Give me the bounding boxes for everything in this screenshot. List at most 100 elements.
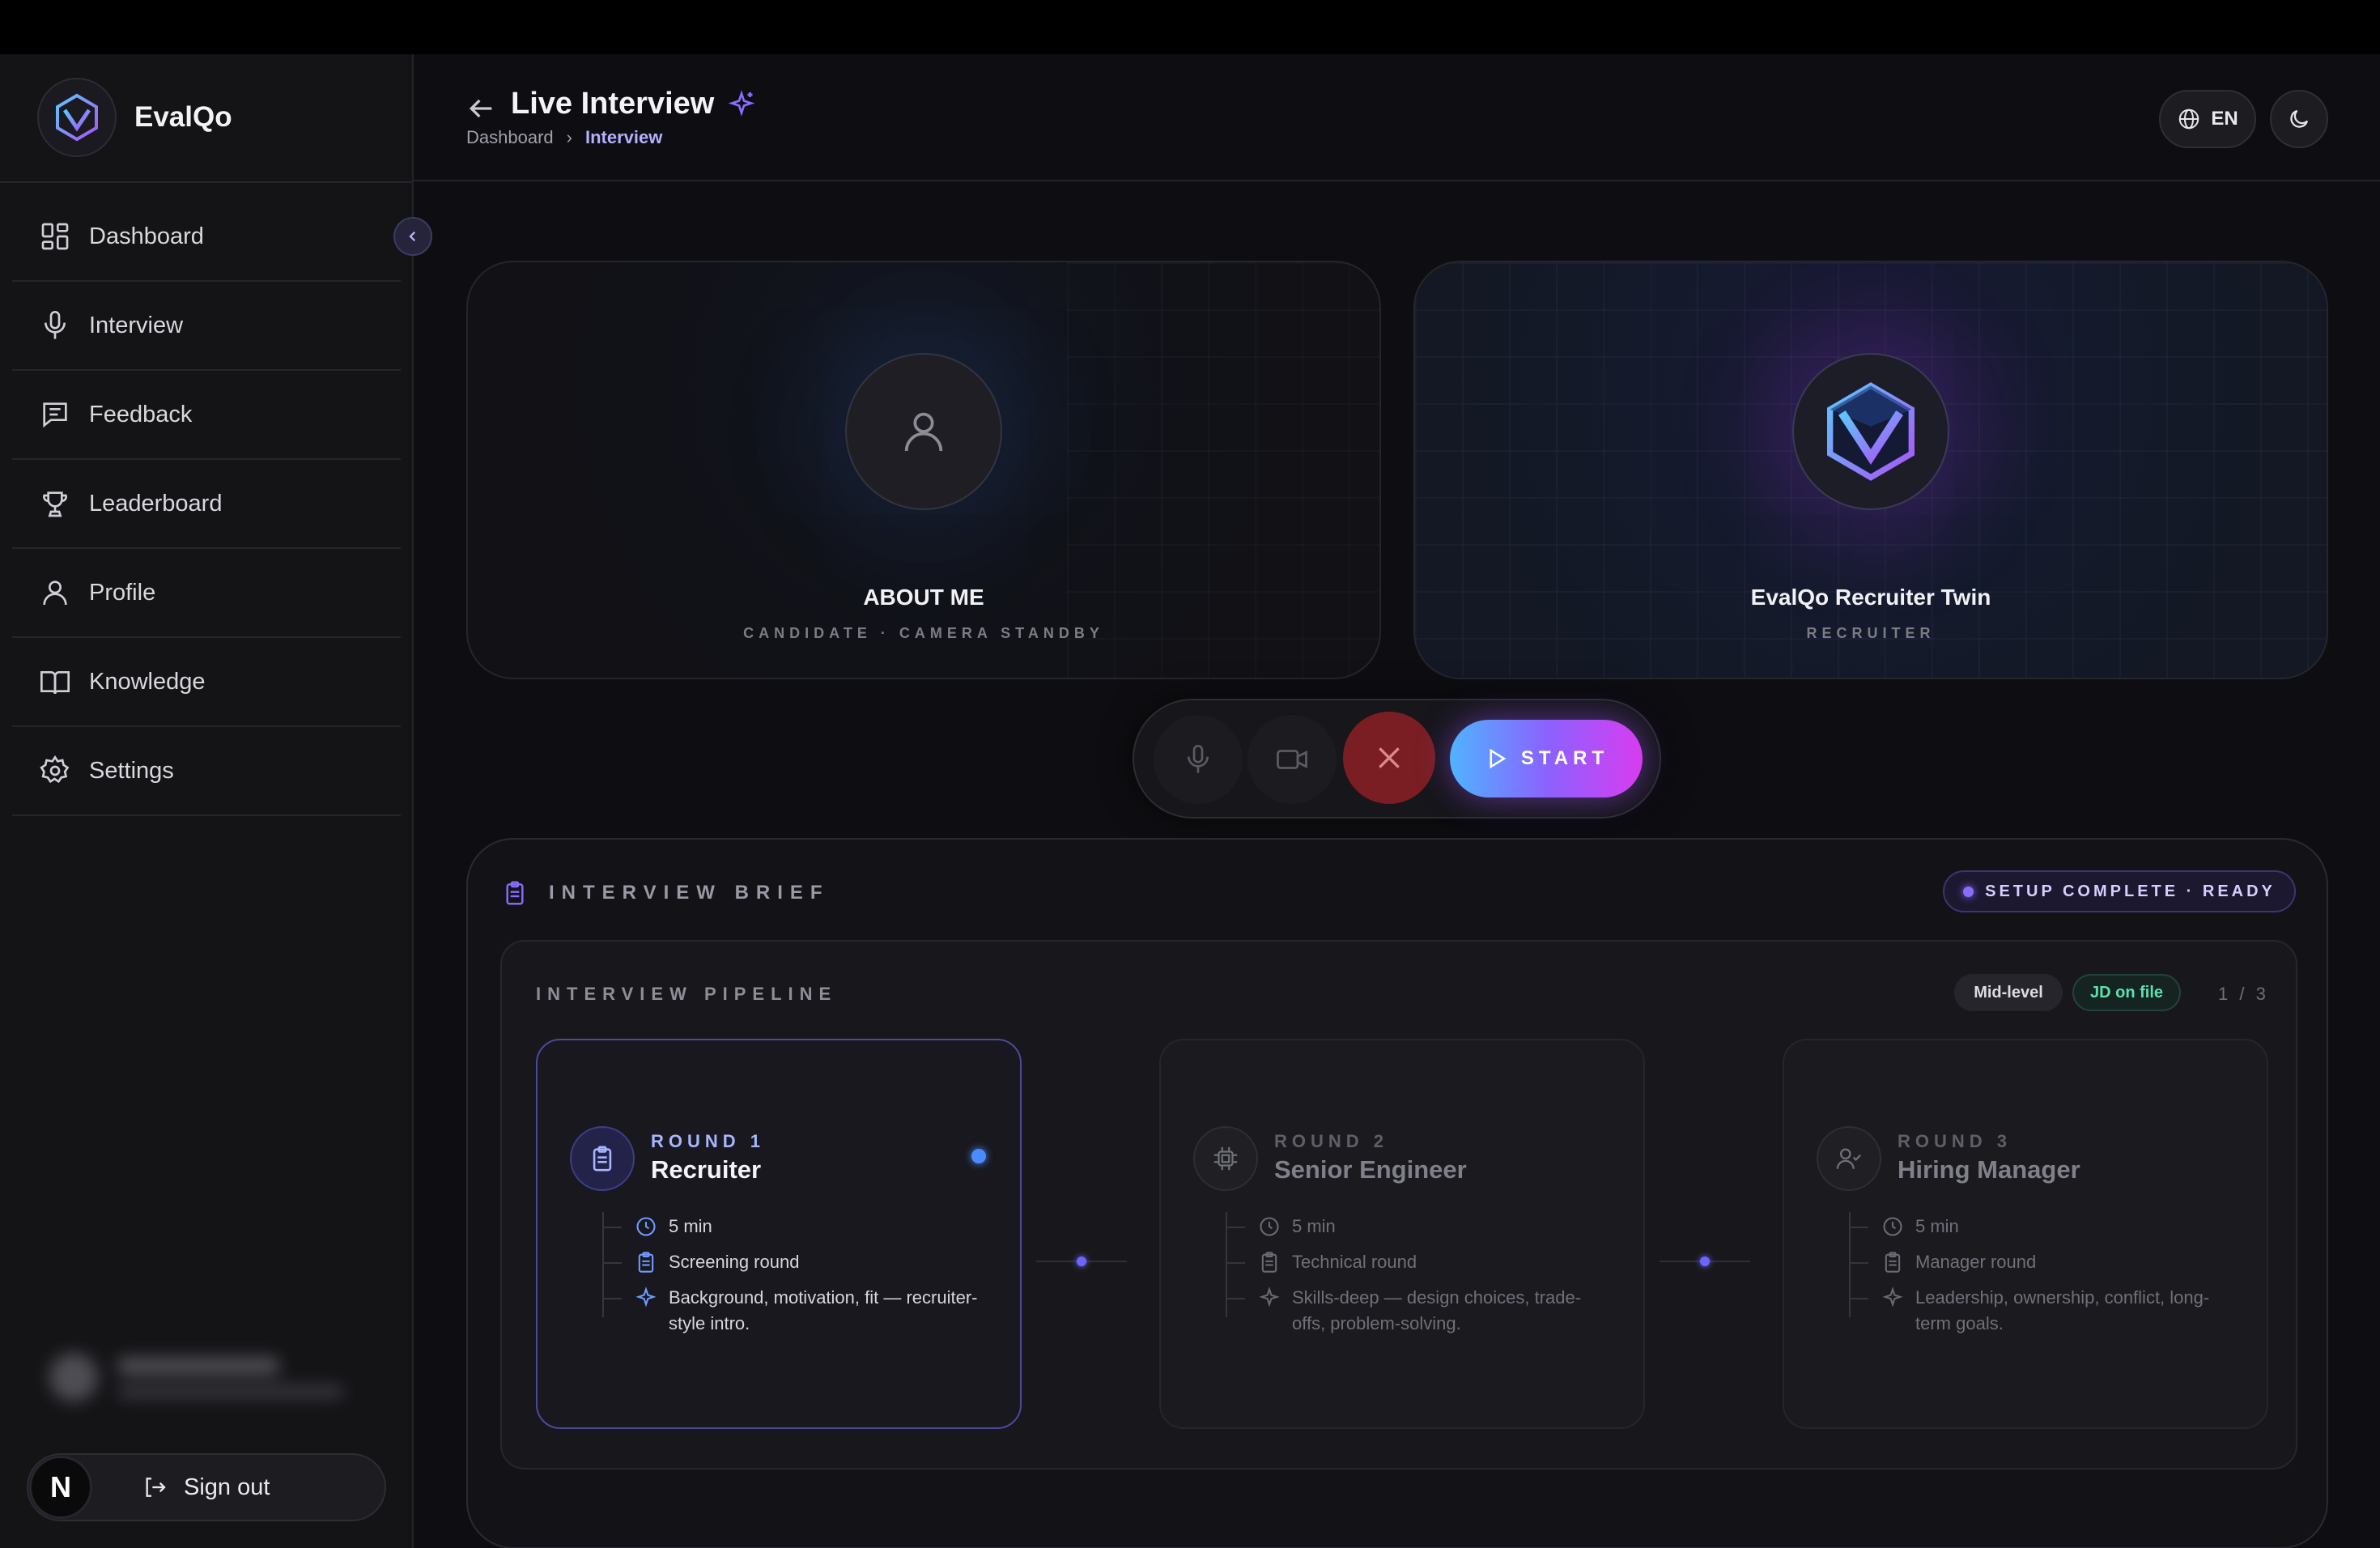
- level-chip: Mid-level: [1954, 974, 2063, 1011]
- user-card-blurred: [45, 1343, 352, 1416]
- round-connector: [1660, 1257, 1750, 1266]
- round-type: Screening round: [604, 1249, 800, 1275]
- round-icon: [1817, 1126, 1881, 1191]
- sparkle-icon: [635, 1286, 657, 1308]
- duration-text: 5 min: [1292, 1216, 1336, 1236]
- breadcrumb-dashboard[interactable]: Dashboard: [466, 127, 554, 148]
- candidate-tile: ABOUT ME CANDIDATE · CAMERA STANDBY: [466, 261, 1381, 679]
- chip-icon: [1213, 1146, 1238, 1171]
- round-name: Senior Engineer: [1274, 1155, 1467, 1184]
- globe-icon: [2179, 108, 2199, 130]
- page-title-text: Live Interview: [511, 87, 715, 121]
- round-focus: Background, motivation, fit — recruiter-…: [604, 1285, 991, 1337]
- round-type: Technical round: [1227, 1249, 1417, 1275]
- round-duration: 5 min: [1227, 1214, 1336, 1240]
- sidebar-item-dashboard[interactable]: Dashboard: [12, 193, 401, 282]
- back-arrow-icon[interactable]: [465, 92, 497, 125]
- avatar[interactable]: N: [29, 1456, 92, 1519]
- chevron-right-icon: ›: [566, 127, 572, 147]
- focus-text: Skills-deep — design choices, trade-offs…: [1292, 1287, 1582, 1333]
- end-call-button[interactable]: [1343, 712, 1435, 804]
- user-icon: [904, 412, 943, 452]
- clipboard-icon: [638, 1252, 654, 1273]
- brand[interactable]: EvalQo: [37, 77, 232, 158]
- sparkle-icon: [729, 89, 755, 117]
- start-button[interactable]: START: [1450, 720, 1643, 797]
- mic-toggle-button[interactable]: [1154, 715, 1243, 804]
- gear-icon: [40, 755, 70, 784]
- sign-out-label: Sign out: [184, 1474, 270, 1500]
- grid-overlay: [1067, 262, 1379, 678]
- clock-icon: [1260, 1217, 1279, 1236]
- round-duration: 5 min: [604, 1214, 712, 1240]
- active-indicator: [971, 1149, 986, 1163]
- sidebar-nav: Dashboard Interview Feedback Leaderboard…: [12, 193, 401, 816]
- sidebar: EvalQo Dashboard Interview Feedback Lead…: [0, 54, 414, 1548]
- recruiter-logo-icon: [1827, 382, 1915, 481]
- trophy-icon: [43, 491, 67, 517]
- type-text: Screening round: [669, 1252, 800, 1272]
- clipboard-icon: [593, 1146, 612, 1172]
- sidebar-item-label: Interview: [89, 312, 184, 338]
- round-label: ROUND 2: [1274, 1131, 1389, 1151]
- book-icon: [40, 671, 70, 695]
- round-card-3[interactable]: ROUND 3 Hiring Manager 5 min Manager rou…: [1783, 1039, 2268, 1429]
- focus-text: Leadership, ownership, conflict, long-te…: [1915, 1287, 2210, 1333]
- camera-toggle-button[interactable]: [1247, 715, 1337, 804]
- status-text: SETUP COMPLETE · READY: [1985, 882, 2276, 900]
- round-label: ROUND 3: [1898, 1131, 2012, 1151]
- candidate-avatar: [845, 353, 1002, 510]
- play-icon: [1490, 748, 1507, 769]
- status-badge: SETUP COMPLETE · READY: [1943, 870, 2296, 912]
- round-connector: [1036, 1257, 1127, 1266]
- video-icon: [1277, 750, 1307, 769]
- sidebar-item-label: Knowledge: [89, 668, 206, 695]
- sidebar-item-label: Profile: [89, 579, 156, 606]
- recruiter-name: EvalQo Recruiter Twin: [1750, 585, 1991, 610]
- pipeline-title: INTERVIEW PIPELINE: [536, 984, 838, 1004]
- app-window: EvalQo Dashboard Interview Feedback Lead…: [0, 54, 2380, 1548]
- sidebar-item-leaderboard[interactable]: Leaderboard: [12, 460, 401, 549]
- clipboard-icon: [506, 881, 524, 905]
- language-label: EN: [2211, 108, 2238, 130]
- clock-icon: [1883, 1217, 1902, 1236]
- type-text: Manager round: [1915, 1252, 2037, 1272]
- call-controls: START: [1133, 699, 1661, 819]
- brief-title: INTERVIEW BRIEF: [549, 882, 830, 904]
- brief-header: INTERVIEW BRIEF: [502, 880, 830, 906]
- sidebar-item-knowledge[interactable]: Knowledge: [12, 638, 401, 727]
- round-name: Recruiter: [651, 1155, 762, 1184]
- sidebar-item-feedback[interactable]: Feedback: [12, 371, 401, 460]
- language-button[interactable]: EN: [2159, 90, 2256, 148]
- sidebar-item-label: Settings: [89, 757, 174, 784]
- sidebar-item-settings[interactable]: Settings: [12, 727, 401, 816]
- round-card-2[interactable]: ROUND 2 Senior Engineer 5 min Technical …: [1159, 1039, 1645, 1429]
- sidebar-divider: [0, 181, 414, 183]
- round-label: ROUND 1: [651, 1131, 766, 1151]
- round-type: Manager round: [1851, 1249, 2037, 1275]
- mic-icon: [1188, 745, 1209, 773]
- theme-toggle-button[interactable]: [2270, 90, 2328, 148]
- recruiter-role: RECRUITER: [1806, 625, 1936, 641]
- round-focus: Leadership, ownership, conflict, long-te…: [1851, 1285, 2238, 1337]
- candidate-status: CANDIDATE · CAMERA STANDBY: [743, 625, 1104, 641]
- round-name: Hiring Manager: [1898, 1155, 2080, 1184]
- duration-text: 5 min: [1915, 1216, 1959, 1236]
- sidebar-item-interview[interactable]: Interview: [12, 282, 401, 371]
- clipboard-icon: [1885, 1252, 1901, 1273]
- window-top-bar: [0, 0, 2380, 54]
- clock-icon: [636, 1217, 656, 1236]
- logout-icon: [146, 1478, 166, 1497]
- sidebar-collapse-button[interactable]: [393, 217, 432, 256]
- interview-pipeline: INTERVIEW PIPELINE Mid-level JD on file …: [500, 940, 2297, 1469]
- page-header: Live Interview Dashboard › Interview EN: [414, 54, 2380, 181]
- user-icon: [43, 580, 67, 606]
- page-title: Live Interview: [511, 87, 756, 121]
- sidebar-item-profile[interactable]: Profile: [12, 549, 401, 638]
- jd-chip: JD on file: [2072, 974, 2181, 1011]
- round-card-1[interactable]: ROUND 1 Recruiter 5 min Screening round: [536, 1039, 1022, 1429]
- round-icon: [1193, 1126, 1258, 1191]
- recruiter-tile: EvalQo Recruiter Twin RECRUITER: [1413, 261, 2328, 679]
- dashboard-icon: [41, 223, 69, 250]
- sidebar-item-label: Leaderboard: [89, 490, 223, 517]
